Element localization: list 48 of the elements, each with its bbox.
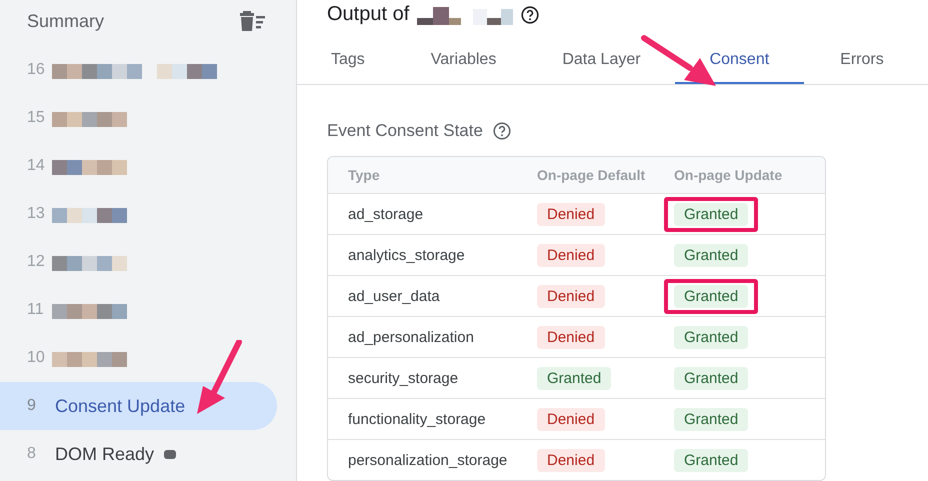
tab[interactable]: Errors: [824, 30, 900, 84]
consent-type: security_storage: [347, 370, 460, 386]
output-title: Output of: [327, 3, 410, 26]
event-number: 11: [27, 301, 45, 319]
consent-type: functionality_storage: [347, 410, 487, 428]
consent-type: ad_storage: [347, 206, 424, 222]
tab[interactable]: Tags: [315, 30, 381, 84]
tab[interactable]: Variables: [414, 30, 512, 84]
section-title: Event Consent State: [327, 121, 483, 141]
status-pill: Denied: [537, 408, 605, 430]
event-number: 15: [27, 109, 46, 127]
consent-type: ad_user_data: [347, 288, 441, 304]
column-header: Type: [347, 167, 381, 183]
event-name: DOM Ready: [55, 444, 154, 464]
status-pill: Denied: [537, 284, 605, 308]
column-header: On-page Update: [674, 167, 784, 183]
status-pill: Granted: [674, 448, 748, 472]
event-number: 10: [27, 349, 46, 367]
event-number: 14: [27, 157, 46, 175]
block-icon: [164, 449, 176, 459]
help-icon[interactable]: [521, 6, 540, 24]
event-number: 16: [27, 61, 46, 79]
status-pill: Granted: [674, 244, 748, 266]
consent-type: ad_personalization: [347, 328, 475, 346]
status-pill: Granted: [674, 326, 748, 348]
status-pill: Granted: [674, 284, 748, 308]
status-pill: Denied: [537, 326, 605, 348]
consent-type: personalization_storage: [347, 452, 508, 468]
event-name: Consent Update: [55, 396, 186, 416]
event-number: 8: [27, 445, 37, 463]
consent-type: analytics_storage: [347, 246, 466, 264]
column-header: On-page Default: [537, 167, 646, 183]
event-number: 9: [27, 397, 37, 415]
help-icon[interactable]: [492, 122, 511, 140]
tab[interactable]: Data Layer: [546, 30, 657, 84]
status-pill: Granted: [674, 202, 748, 226]
event-list-item[interactable]: 9 Consent Update: [0, 382, 277, 430]
clear-list-icon[interactable]: [240, 10, 266, 32]
status-pill: Denied: [537, 244, 605, 266]
status-pill: Denied: [537, 202, 605, 226]
event-number: 12: [27, 253, 46, 271]
status-pill: Denied: [537, 448, 605, 472]
status-pill: Granted: [537, 366, 612, 390]
status-pill: Granted: [674, 408, 748, 430]
event-number: 13: [27, 205, 46, 223]
status-pill: Granted: [674, 366, 748, 390]
event-list-item[interactable]: 8 DOM Ready: [0, 430, 277, 478]
sidebar-title: Summary: [27, 10, 104, 32]
